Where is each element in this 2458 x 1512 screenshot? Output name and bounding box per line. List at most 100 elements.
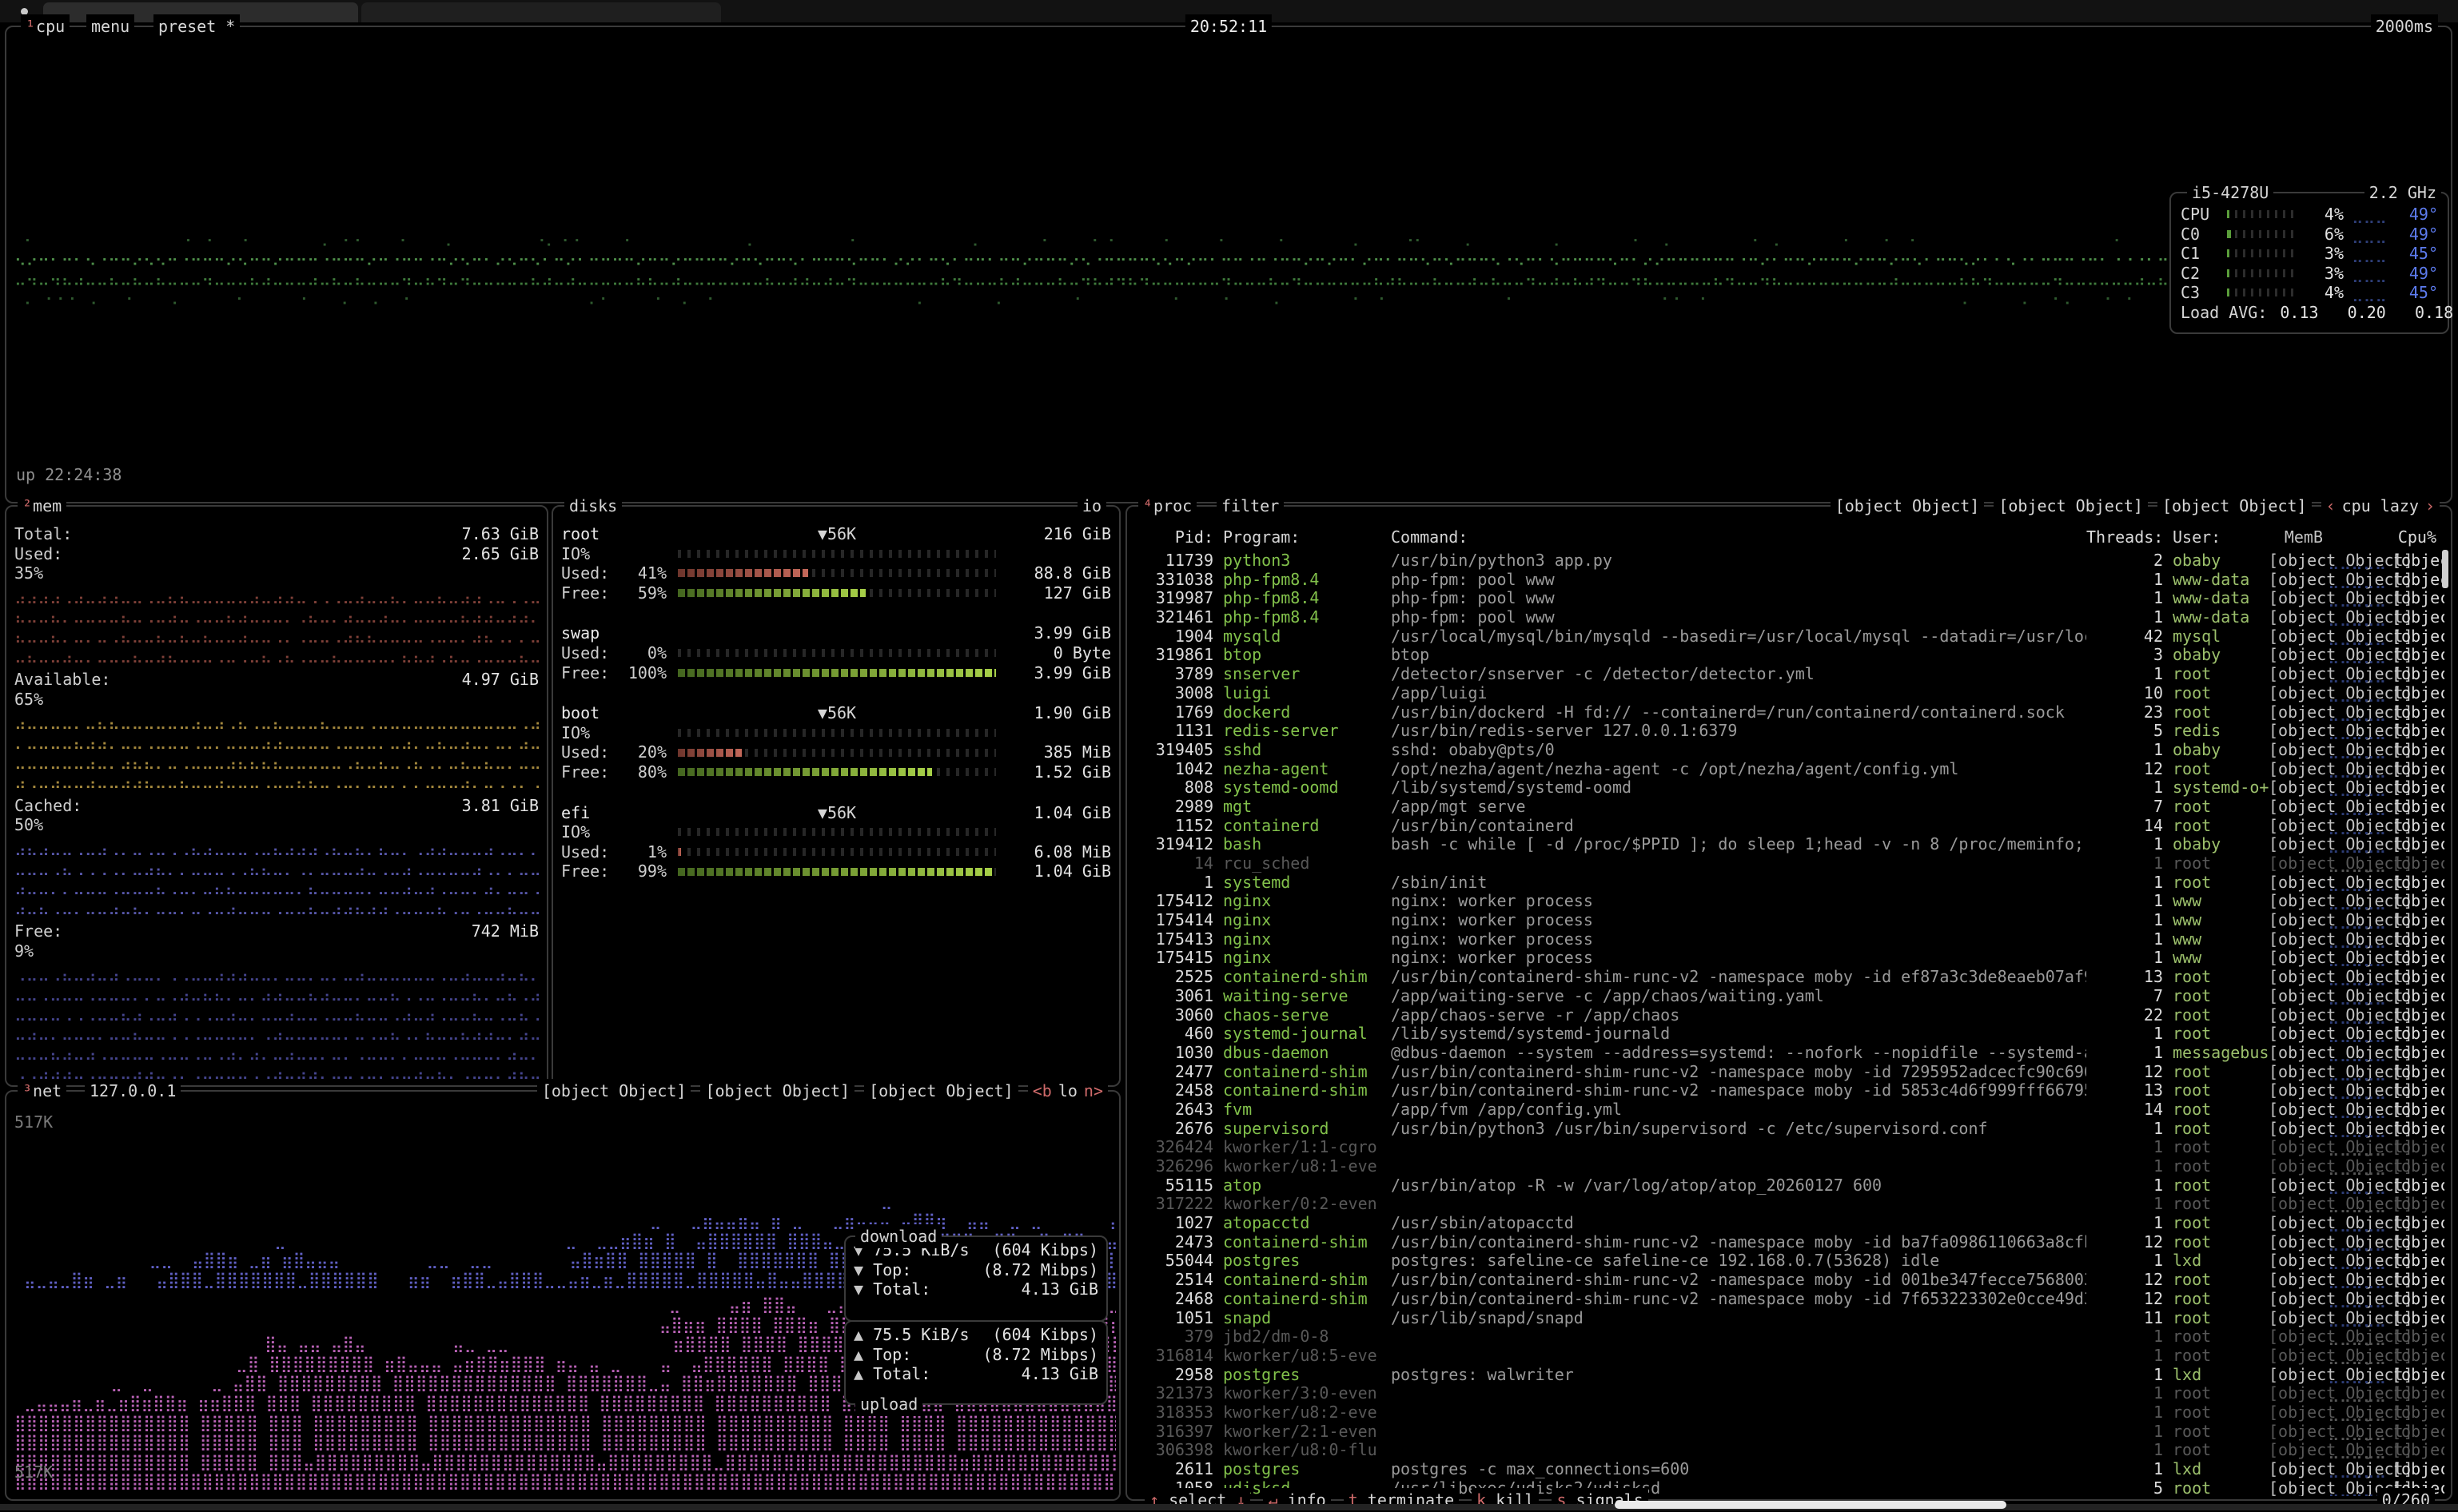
process-row[interactable]: 808 systemd-oomd /lib/systemd/systemd-oo… xyxy=(1133,778,2444,798)
process-option-button[interactable]: [object Object] xyxy=(1831,494,1985,518)
process-memory-meter xyxy=(2328,571,2392,590)
net-toggle-button[interactable]: [object Object] xyxy=(700,1079,855,1103)
process-row[interactable]: 318353 kworker/u8:2-eve 1 root [object O… xyxy=(1133,1403,2444,1422)
process-row[interactable]: 2477 containerd-shim /usr/bin/containerd… xyxy=(1133,1063,2444,1082)
process-row[interactable]: 321461 php-fpm8.4 php-fpm: pool www 1 ww… xyxy=(1133,608,2444,627)
process-row[interactable]: 175415 nginx nginx: worker process 1 www… xyxy=(1133,949,2444,968)
sort-next-icon[interactable]: › xyxy=(2425,496,2435,515)
memory-section-label: Cached: xyxy=(14,796,82,816)
cpu-core-row: C1 3% 45° xyxy=(2181,244,2438,264)
process-row[interactable]: 317222 kworker/0:2-even 1 root [object O… xyxy=(1133,1195,2444,1214)
disk-volume: root ▼56K 216 GiB IO% Used:41% 88 xyxy=(561,524,1111,603)
process-row[interactable]: 316397 kworker/2:1-even 1 root [object O… xyxy=(1133,1422,2444,1442)
process-option-button[interactable]: [object Object] xyxy=(1994,494,2148,518)
process-memory: [object Object] xyxy=(2269,1063,2323,1082)
interface-switcher[interactable]: <blon> xyxy=(1028,1079,1108,1103)
process-command xyxy=(1391,1195,2086,1214)
process-cpu-percent: [object Object] xyxy=(2392,1422,2436,1442)
preset-button[interactable]: preset * xyxy=(153,14,240,38)
process-row[interactable]: 175412 nginx nginx: worker process 1 www… xyxy=(1133,892,2444,911)
cpu-panel-title[interactable]: ¹cpu xyxy=(21,14,70,38)
process-row[interactable]: 1 systemd /sbin/init 1 root [object Obje… xyxy=(1133,873,2444,893)
process-user: mysql xyxy=(2173,627,2269,647)
process-row[interactable]: 1152 containerd /usr/bin/containerd 14 r… xyxy=(1133,817,2444,836)
process-command: php-fpm: pool www xyxy=(1391,571,2086,590)
process-row[interactable]: 175413 nginx nginx: worker process 1 www… xyxy=(1133,930,2444,949)
process-row[interactable]: 1904 mysqld /usr/local/mysql/bin/mysqld … xyxy=(1133,627,2444,647)
process-row[interactable]: 3789 snserver /detector/snserver -c /det… xyxy=(1133,665,2444,684)
process-row[interactable]: 1051 snapd /usr/lib/snapd/snapd 11 root … xyxy=(1133,1309,2444,1328)
process-row[interactable]: 326424 kworker/1:1-cgro 1 root [object O… xyxy=(1133,1138,2444,1157)
process-row[interactable]: 3061 waiting-serve /app/waiting-serve -c… xyxy=(1133,987,2444,1006)
disks-io-toggle[interactable]: io xyxy=(1078,494,1106,518)
process-row[interactable]: 1027 atopacctd /usr/sbin/atopacctd 1 roo… xyxy=(1133,1214,2444,1233)
process-row[interactable]: 1131 redis-server /usr/bin/redis-server … xyxy=(1133,722,2444,741)
process-row[interactable]: 331038 php-fpm8.4 php-fpm: pool www 1 ww… xyxy=(1133,571,2444,590)
process-row[interactable]: 2643 fvm /app/fvm /app/config.yml 14 roo… xyxy=(1133,1100,2444,1120)
process-row[interactable]: 55115 atop /usr/bin/atop -R -w /var/log/… xyxy=(1133,1176,2444,1196)
process-program: php-fpm8.4 xyxy=(1223,571,1380,590)
process-row[interactable]: 460 systemd-journal /lib/systemd/systemd… xyxy=(1133,1025,2444,1044)
process-row[interactable]: 2468 containerd-shim /usr/bin/containerd… xyxy=(1133,1290,2444,1309)
process-row[interactable]: 1042 nezha-agent /opt/nezha/agent/nezha-… xyxy=(1133,760,2444,779)
process-row[interactable]: 2473 containerd-shim /usr/bin/containerd… xyxy=(1133,1233,2444,1252)
process-row[interactable]: 1030 dbus-daemon @dbus-daemon --system -… xyxy=(1133,1044,2444,1063)
process-row[interactable]: 319861 btop btop 3 obaby [object Object]… xyxy=(1133,646,2444,665)
process-threads: 12 xyxy=(2086,760,2163,779)
process-row[interactable]: 2989 mgt /app/mgt serve 7 root [object O… xyxy=(1133,798,2444,817)
process-user: obaby xyxy=(2173,835,2269,854)
network-panel-title[interactable]: ³net xyxy=(18,1079,66,1103)
bottom-indicator-pill[interactable] xyxy=(1615,1501,2006,1509)
refresh-interval[interactable]: 2000ms xyxy=(2371,14,2438,38)
process-row[interactable]: 2525 containerd-shim /usr/bin/containerd… xyxy=(1133,968,2444,987)
cpu-info-box: i5-4278U 2.2 GHz CPU 4% 49° xyxy=(2169,192,2449,334)
process-program: sshd xyxy=(1223,741,1380,760)
volume-io-row: IO% xyxy=(561,544,1111,564)
network-address[interactable]: 127.0.0.1 xyxy=(85,1079,181,1103)
filter-button[interactable]: filter xyxy=(1217,494,1284,518)
process-row[interactable]: 2458 containerd-shim /usr/bin/containerd… xyxy=(1133,1081,2444,1100)
memory-panel-title[interactable]: ²mem xyxy=(18,494,66,518)
process-row[interactable]: 2958 postgres postgres: walwriter 1 lxd … xyxy=(1133,1366,2444,1385)
sort-column-selector[interactable]: ‹cpu lazy› xyxy=(2321,494,2440,518)
process-row[interactable]: 319405 sshd sshd: obaby@pts/0 1 obaby [o… xyxy=(1133,741,2444,760)
process-title-text: proc xyxy=(1153,496,1192,515)
interface-prev[interactable]: <b xyxy=(1033,1081,1052,1100)
process-option-button[interactable]: [object Object] xyxy=(2157,494,2312,518)
process-row[interactable]: 175414 nginx nginx: worker process 1 www… xyxy=(1133,911,2444,930)
process-row[interactable]: 316814 kworker/u8:5-eve 1 root [object O… xyxy=(1133,1347,2444,1366)
process-scrollbar-thumb[interactable] xyxy=(2442,550,2448,588)
disks-panel-title[interactable]: disks xyxy=(564,494,622,518)
cpu-core-row: C2 3% 49° xyxy=(2181,264,2438,284)
process-row[interactable]: 3060 chaos-serve /app/chaos-serve -r /ap… xyxy=(1133,1006,2444,1025)
process-row[interactable]: 2611 postgres postgres -c max_connection… xyxy=(1133,1460,2444,1479)
process-row[interactable]: 319412 bash bash -c while [ -d /proc/$PP… xyxy=(1133,835,2444,854)
volume-free-meter xyxy=(678,768,996,776)
process-row[interactable]: 14 rcu_sched 1 root [object Object] [obj… xyxy=(1133,854,2444,873)
net-toggle-button[interactable]: [object Object] xyxy=(864,1079,1018,1103)
process-cpu-percent: [object Object] xyxy=(2392,741,2436,760)
process-cpu-percent: [object Object] xyxy=(2392,1271,2436,1290)
process-cpu-percent: [object Object] xyxy=(2392,892,2436,911)
terminal-tab-2[interactable] xyxy=(361,2,721,22)
process-row[interactable]: 2676 supervisord /usr/bin/python3 /usr/b… xyxy=(1133,1120,2444,1139)
process-row[interactable]: 2514 containerd-shim /usr/bin/containerd… xyxy=(1133,1271,2444,1290)
process-row[interactable]: 1769 dockerd /usr/bin/dockerd -H fd:// -… xyxy=(1133,703,2444,722)
interface-next[interactable]: n> xyxy=(1084,1081,1103,1100)
process-memory: [object Object] xyxy=(2269,930,2323,949)
process-row[interactable]: 321373 kworker/3:0-even 1 root [object O… xyxy=(1133,1384,2444,1403)
sort-prev-icon[interactable]: ‹ xyxy=(2326,496,2336,515)
process-row[interactable]: 3008 luigi /app/luigi 10 root [object Ob… xyxy=(1133,684,2444,703)
volume-free-fill xyxy=(678,768,932,776)
process-row[interactable]: 319987 php-fpm8.4 php-fpm: pool www 1 ww… xyxy=(1133,589,2444,608)
menu-button[interactable]: menu xyxy=(86,14,134,38)
process-panel-title[interactable]: ⁴proc xyxy=(1138,494,1197,518)
process-row[interactable]: 55044 postgres postgres: safeline-ce saf… xyxy=(1133,1251,2444,1271)
net-toggle-button[interactable]: [object Object] xyxy=(537,1079,691,1103)
process-row[interactable]: 11739 python3 /usr/bin/python3 app.py 2 … xyxy=(1133,551,2444,571)
process-memory-meter xyxy=(2328,1327,2392,1347)
volume-name: boot xyxy=(561,703,667,723)
process-row[interactable]: 326296 kworker/u8:1-eve 1 root [object O… xyxy=(1133,1157,2444,1176)
process-row[interactable]: 379 jbd2/dm-0-8 1 root [object Object] [… xyxy=(1133,1327,2444,1347)
process-row[interactable]: 306398 kworker/u8:0-flu 1 root [object O… xyxy=(1133,1441,2444,1460)
